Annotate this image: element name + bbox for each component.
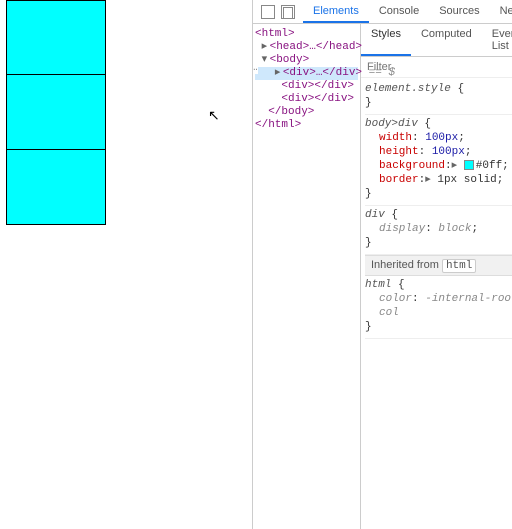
prop-height-name[interactable]: height: [379, 146, 419, 158]
prop-border-value[interactable]: 1px solid: [437, 174, 496, 186]
dom-div-2[interactable]: <div></div>: [281, 80, 354, 92]
dom-body-close[interactable]: </body>: [268, 106, 314, 118]
mouse-cursor-icon: ↖: [208, 108, 220, 125]
selector-element-style: element.style: [365, 83, 451, 95]
prop-display-value: block: [438, 223, 471, 235]
tab-sources[interactable]: Sources: [429, 0, 489, 23]
device-toggle-icon[interactable]: [281, 5, 295, 19]
selector-html: html: [365, 279, 391, 291]
rule-ua-div[interactable]: div { display: block; }: [365, 206, 512, 255]
tab-console[interactable]: Console: [369, 0, 429, 23]
styles-tab-styles[interactable]: Styles: [361, 24, 411, 56]
devtools-toolbar: Elements Console Sources Network: [253, 0, 512, 24]
dom-head[interactable]: <head>…</head>: [270, 41, 362, 53]
main-tabs: Elements Console Sources Network: [303, 0, 512, 23]
dollar-zero-marker: == $: [369, 67, 395, 79]
prop-color-name: color: [379, 293, 412, 305]
prop-display-name: display: [379, 223, 425, 235]
prop-background-value[interactable]: #0ff: [476, 160, 502, 172]
inherited-label: Inherited from: [371, 259, 439, 271]
dom-tree[interactable]: … <html> ▸<head>…</head> ▾<body> ▸<div>……: [253, 24, 361, 529]
css-rules: element.style { } body>div { width: 100p…: [361, 78, 512, 341]
prop-height-value[interactable]: 100px: [432, 146, 465, 158]
inherited-divider: Inherited from html: [365, 255, 512, 276]
rule-element-style[interactable]: element.style { }: [365, 80, 512, 115]
styles-tab-event[interactable]: Event List: [482, 24, 512, 56]
rule-body-div[interactable]: body>div { width: 100px; height: 100px; …: [365, 115, 512, 206]
color-swatch-icon[interactable]: [464, 160, 474, 170]
inspect-icon[interactable]: [261, 5, 275, 19]
tab-elements[interactable]: Elements: [303, 0, 369, 23]
dom-body-open[interactable]: <body>: [270, 54, 310, 66]
selector-body-div: body>div: [365, 118, 418, 130]
selector-div: div: [365, 209, 385, 221]
cyan-box-2: [6, 75, 106, 150]
cyan-box-1: [6, 0, 106, 75]
dom-html-close[interactable]: </html>: [255, 119, 301, 131]
prop-background-name[interactable]: background: [379, 160, 445, 172]
cyan-box-3: [6, 150, 106, 225]
prop-width-name[interactable]: width: [379, 132, 412, 144]
dom-div-3[interactable]: <div></div>: [281, 93, 354, 105]
styles-panel: Styles Computed Event List element.style…: [361, 24, 512, 529]
prop-border-name[interactable]: border: [379, 174, 419, 186]
breadcrumb-dots[interactable]: …: [253, 62, 258, 74]
rule-ua-html[interactable]: html { color: -internal-root-col }: [365, 276, 512, 339]
tab-network[interactable]: Network: [490, 0, 512, 23]
dom-html-open[interactable]: <html>: [255, 28, 295, 40]
rendered-page: ↖: [0, 0, 250, 529]
prop-width-value[interactable]: 100px: [425, 132, 458, 144]
inherited-source[interactable]: html: [442, 259, 476, 273]
dom-div-selected[interactable]: <div>…</div>: [283, 67, 362, 79]
devtools-panel: Elements Console Sources Network … <html…: [252, 0, 512, 529]
styles-tab-computed[interactable]: Computed: [411, 24, 482, 56]
